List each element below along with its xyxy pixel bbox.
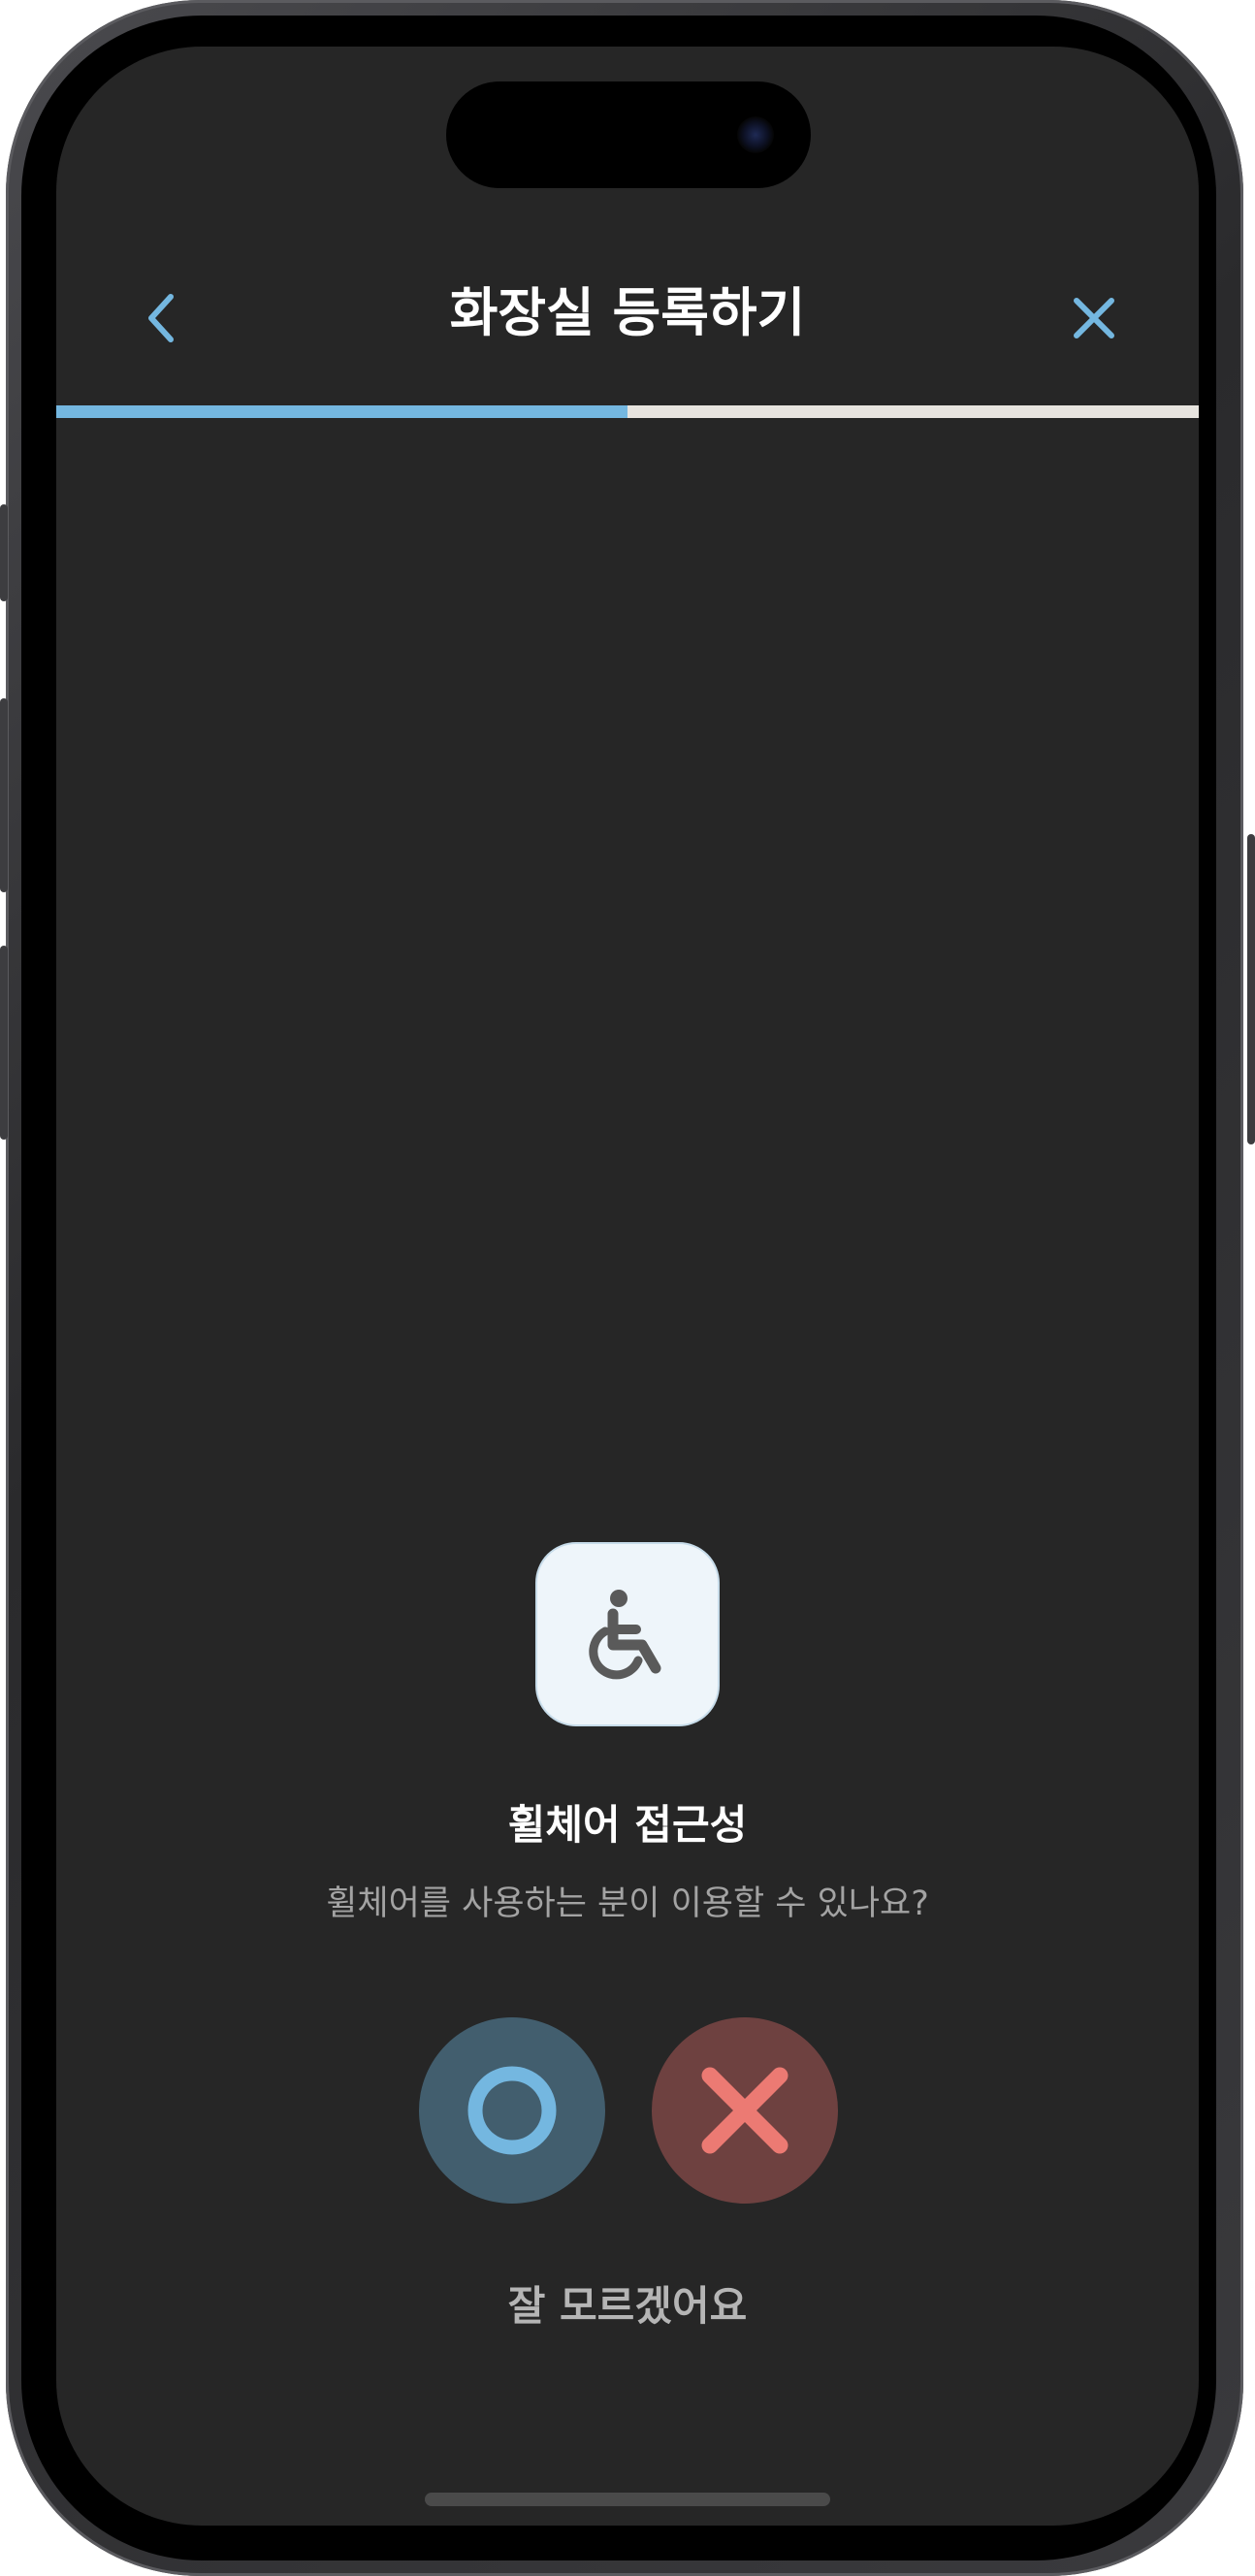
volume-down-button [0,946,8,1140]
close-icon [1074,298,1114,338]
close-button[interactable] [1065,289,1123,347]
no-button[interactable] [652,2017,838,2204]
question-title: 휠체어 접근성 [507,1801,748,1849]
volume-up-button [0,698,8,892]
question-description: 휠체어를 사용하는 분이 이용할 수 있나요? [326,1884,929,1923]
home-indicator[interactable] [425,2493,830,2506]
camera-icon [737,116,774,153]
unsure-button[interactable]: 잘 모르겠어요 [434,2268,821,2345]
header: 화장실 등록하기 [56,260,1199,367]
yes-button[interactable] [419,2017,605,2204]
page-title: 화장실 등록하기 [449,282,806,343]
back-button[interactable] [132,289,190,347]
wheelchair-icon [589,1590,661,1680]
power-button [1247,834,1255,1144]
page: 화장실 등록하기 휠체어 접근성 휠체어를 사용하는 분이 이용할 수 있나요?… [0,0,1255,2576]
screen: 화장실 등록하기 휠체어 접근성 휠체어를 사용하는 분이 이용할 수 있나요?… [56,47,1199,2526]
progress-bar [56,405,1199,418]
x-mark-icon [701,2067,788,2154]
question-icon-box [535,1542,720,1726]
circle-o-icon [467,2066,557,2155]
action-button [0,504,8,601]
progress-fill [56,405,628,418]
chevron-left-icon [148,294,174,342]
dynamic-island [446,81,811,188]
